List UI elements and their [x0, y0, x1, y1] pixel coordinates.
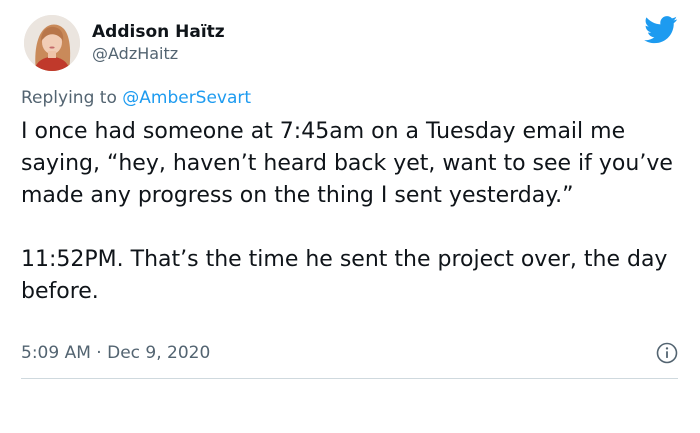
user-handle[interactable]: @AdzHaitz: [92, 43, 225, 65]
avatar-image: [24, 15, 80, 71]
tweet-card: Addison Haïtz @AdzHaitz Replying to @Amb…: [0, 0, 700, 433]
display-name[interactable]: Addison Haïtz: [92, 21, 225, 43]
tweet-text: I once had someone at 7:45am on a Tuesda…: [21, 116, 685, 308]
tweet-date[interactable]: Dec 9, 2020: [107, 343, 210, 363]
info-icon[interactable]: [656, 342, 678, 364]
tweet-paragraph: I once had someone at 7:45am on a Tuesda…: [21, 119, 673, 208]
twitter-bird-icon[interactable]: [644, 16, 678, 44]
avatar[interactable]: [24, 15, 80, 71]
timestamp-separator: ·: [96, 343, 102, 363]
reply-handle-link[interactable]: @AmberSevart: [122, 88, 251, 108]
replying-to-label: Replying to: [21, 88, 117, 108]
user-info: Addison Haïtz @AdzHaitz: [92, 21, 225, 65]
divider: [21, 378, 678, 379]
replying-to: Replying to @AmberSevart: [21, 86, 251, 110]
tweet-time[interactable]: 5:09 AM: [21, 343, 91, 363]
tweet-paragraph: 11:52PM. That’s the time he sent the pro…: [21, 247, 668, 304]
tweet-timestamp[interactable]: 5:09 AM · Dec 9, 2020: [21, 341, 210, 365]
